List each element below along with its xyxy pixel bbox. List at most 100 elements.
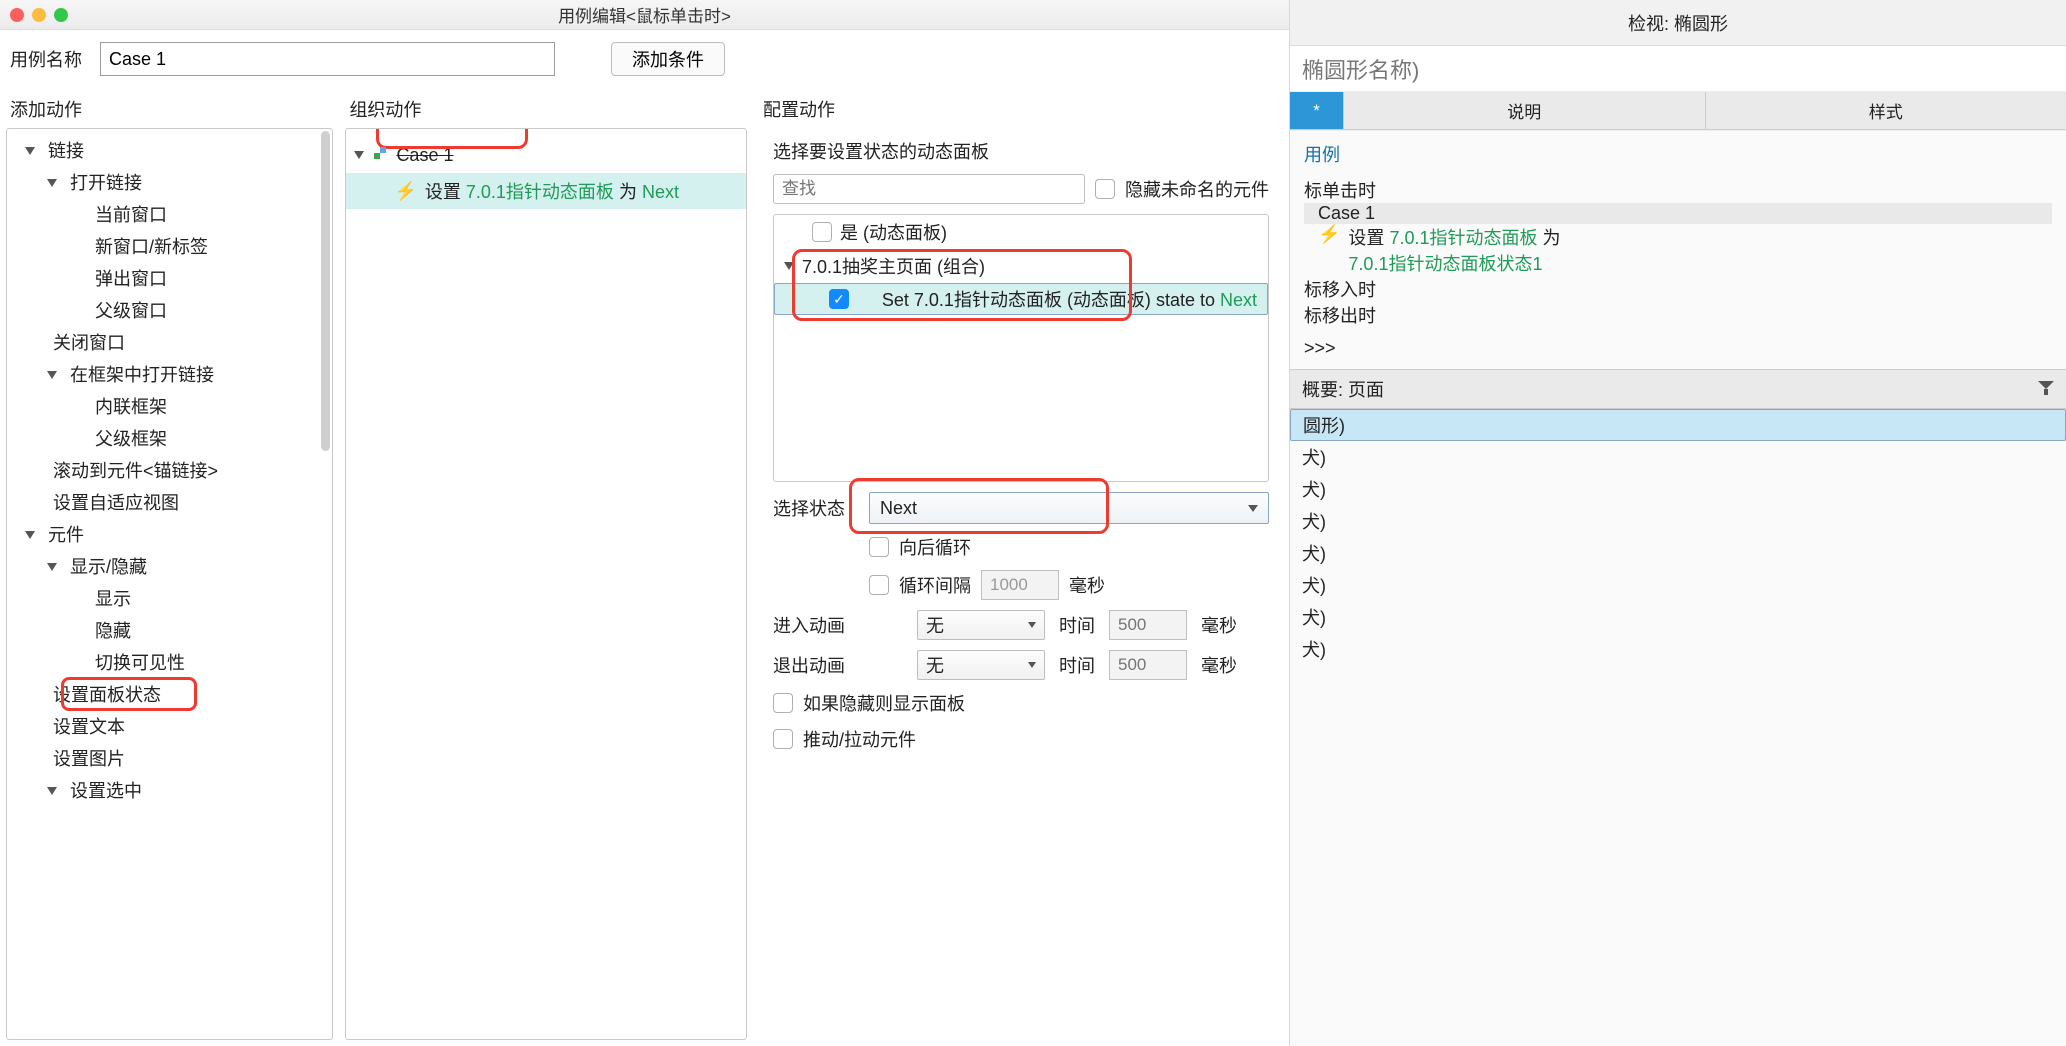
- chevron-down-icon: [1028, 622, 1036, 628]
- list-item[interactable]: 犬): [1290, 633, 2066, 665]
- exit-anim-select[interactable]: 无: [917, 650, 1045, 680]
- case-icon: [372, 147, 388, 163]
- hide-unnamed-checkbox[interactable]: [1095, 179, 1115, 199]
- bolt-icon: ⚡: [1318, 224, 1340, 276]
- summary-list[interactable]: 圆形) 犬) 犬) 犬) 犬) 犬) 犬) 犬): [1290, 409, 2066, 1046]
- target-panel[interactable]: 是 (动态面板) 7.0.1抽奖主页面 (组合) ✓ Set 7.0.1指针动态…: [773, 214, 1269, 482]
- ms-label: 毫秒: [1069, 572, 1105, 598]
- tree-leaf-toggle-vis[interactable]: 切换可见性: [7, 647, 332, 679]
- organize-panel[interactable]: Case 1 ⚡ 设置 7.0.1指针动态面板 为 Next: [345, 128, 747, 1040]
- event-case1[interactable]: Case 1: [1304, 203, 2052, 224]
- list-item[interactable]: 犬): [1290, 601, 2066, 633]
- more-events[interactable]: >>>: [1304, 338, 2052, 359]
- case-row[interactable]: Case 1: [346, 137, 746, 173]
- case-label: Case 1: [396, 145, 453, 166]
- tree-leaf-set-text[interactable]: 设置文本: [7, 711, 332, 743]
- target-checkbox[interactable]: ✓: [829, 289, 849, 309]
- tab-style[interactable]: 样式: [1706, 92, 2066, 129]
- time-label: 时间: [1059, 612, 1095, 638]
- interactions-header: 用例: [1304, 141, 2052, 167]
- exit-time-input[interactable]: [1109, 650, 1187, 680]
- loop-back-checkbox[interactable]: [869, 537, 889, 557]
- tree-leaf-popup[interactable]: 弹出窗口: [7, 263, 332, 295]
- tree-node-open-in-frame[interactable]: 在框架中打开链接: [7, 359, 332, 391]
- tree-leaf-close-window[interactable]: 关闭窗口: [7, 327, 332, 359]
- show-if-hidden-checkbox[interactable]: [773, 693, 793, 713]
- list-item[interactable]: 犬): [1290, 441, 2066, 473]
- widget-name-input[interactable]: 椭圆形名称): [1290, 46, 2066, 92]
- enter-anim-select[interactable]: 无: [917, 610, 1045, 640]
- chevron-down-icon: [47, 563, 57, 571]
- add-condition-button[interactable]: 添加条件: [611, 42, 725, 76]
- chevron-down-icon: [1028, 662, 1036, 668]
- highlight-set-panel-state: [61, 677, 197, 711]
- tab-notes[interactable]: 说明: [1344, 92, 1706, 129]
- select-state-label: 选择状态: [773, 495, 849, 521]
- filter-icon[interactable]: [2038, 381, 2054, 397]
- case-name-input[interactable]: [100, 42, 555, 76]
- window-zoom-icon[interactable]: [54, 8, 68, 22]
- action-library-panel[interactable]: 链接 打开链接 当前窗口 新窗口/新标签 弹出窗口 父级窗口 关闭窗口 在框架中…: [6, 128, 333, 1040]
- exit-anim-label: 退出动画: [773, 652, 853, 678]
- ms-label: 毫秒: [1201, 612, 1237, 638]
- enter-anim-label: 进入动画: [773, 612, 853, 638]
- target-set-row[interactable]: ✓ Set 7.0.1指针动态面板 (动态面板) state to Next: [774, 283, 1268, 315]
- time-label: 时间: [1059, 652, 1095, 678]
- event-mouseout[interactable]: 标移出时: [1304, 302, 2052, 328]
- loop-interval-input[interactable]: [981, 570, 1059, 600]
- select-state-dropdown[interactable]: Next: [869, 492, 1269, 524]
- summary-title: 概要: 页面: [1302, 376, 1384, 402]
- tree-node-set-selected[interactable]: 设置选中: [7, 775, 332, 807]
- hide-unnamed-label: 隐藏未命名的元件: [1125, 176, 1269, 202]
- add-action-header: 添加动作: [0, 88, 339, 122]
- window-minimize-icon[interactable]: [32, 8, 46, 22]
- loop-interval-label: 循环间隔: [899, 572, 971, 598]
- tree-leaf-set-panel-state[interactable]: 设置面板状态: [7, 679, 332, 711]
- list-item[interactable]: 犬): [1290, 473, 2066, 505]
- action-row[interactable]: ⚡ 设置 7.0.1指针动态面板 为 Next: [346, 173, 746, 209]
- tree-leaf-show[interactable]: 显示: [7, 583, 332, 615]
- push-pull-checkbox[interactable]: [773, 729, 793, 749]
- case-editor-dialog: 用例编辑<鼠标单击时> 用例名称 添加条件 添加动作 链接 打开链接 当前窗口 …: [0, 0, 1290, 1046]
- scrollbar[interactable]: [321, 131, 330, 451]
- list-item[interactable]: 犬): [1290, 569, 2066, 601]
- loop-back-label: 向后循环: [899, 534, 971, 560]
- tree-leaf-set-image[interactable]: 设置图片: [7, 743, 332, 775]
- chevron-down-icon: [47, 371, 57, 379]
- select-panel-title: 选择要设置状态的动态面板: [773, 138, 1269, 164]
- configure-header: 配置动作: [753, 88, 1289, 122]
- chevron-down-icon: [25, 147, 35, 155]
- tree-node-links[interactable]: 链接: [7, 135, 332, 167]
- chevron-down-icon: [47, 787, 57, 795]
- enter-time-input[interactable]: [1109, 610, 1187, 640]
- list-item[interactable]: 圆形): [1290, 409, 2066, 441]
- tree-leaf-new-window[interactable]: 新窗口/新标签: [7, 231, 332, 263]
- event-click[interactable]: 标单击时: [1304, 177, 2052, 203]
- tab-properties[interactable]: *: [1290, 92, 1344, 129]
- tree-leaf-current-window[interactable]: 当前窗口: [7, 199, 332, 231]
- bolt-icon: ⚡: [394, 181, 416, 202]
- target-group-row[interactable]: 7.0.1抽奖主页面 (组合): [774, 249, 1268, 283]
- list-item[interactable]: 犬): [1290, 537, 2066, 569]
- list-item[interactable]: 犬): [1290, 505, 2066, 537]
- search-input[interactable]: [773, 174, 1085, 204]
- event-action[interactable]: ⚡ 设置 7.0.1指针动态面板 为 7.0.1指针动态面板状态1: [1304, 224, 2052, 276]
- tree-leaf-set-adaptive[interactable]: 设置自适应视图: [7, 487, 332, 519]
- loop-interval-checkbox[interactable]: [869, 575, 889, 595]
- tree-node-widgets[interactable]: 元件: [7, 519, 332, 551]
- tree-leaf-parent-frame[interactable]: 父级框架: [7, 423, 332, 455]
- tree-node-show-hide[interactable]: 显示/隐藏: [7, 551, 332, 583]
- target-is-panel[interactable]: 是 (动态面板): [774, 215, 1268, 249]
- is-panel-checkbox[interactable]: [812, 222, 832, 242]
- dialog-title: 用例编辑<鼠标单击时>: [558, 2, 731, 27]
- tree-node-open-link[interactable]: 打开链接: [7, 167, 332, 199]
- tree-leaf-inline-frame[interactable]: 内联框架: [7, 391, 332, 423]
- event-mousein[interactable]: 标移入时: [1304, 276, 2052, 302]
- chevron-down-icon: [25, 531, 35, 539]
- tree-leaf-scroll-anchor[interactable]: 滚动到元件<锚链接>: [7, 455, 332, 487]
- ms-label: 毫秒: [1201, 652, 1237, 678]
- tree-leaf-parent-window[interactable]: 父级窗口: [7, 295, 332, 327]
- window-close-icon[interactable]: [10, 8, 24, 22]
- tree-leaf-hide[interactable]: 隐藏: [7, 615, 332, 647]
- inspector-title: 检视: 椭圆形: [1290, 0, 2066, 46]
